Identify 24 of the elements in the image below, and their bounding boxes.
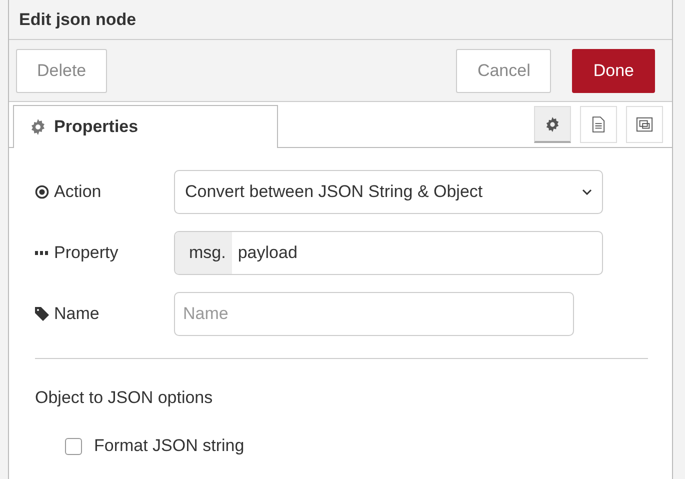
field-label: Property [54, 242, 118, 262]
tag-icon [35, 306, 49, 320]
frames-icon [635, 116, 654, 133]
delete-button[interactable]: Delete [16, 48, 108, 92]
window-title: Edit json node [19, 10, 136, 30]
action-select[interactable]: Convert between JSON String & Object [174, 170, 603, 214]
document-icon [592, 116, 605, 133]
gear-icon [30, 119, 46, 135]
chevron-icon [582, 188, 592, 194]
settings-tab[interactable] [534, 106, 571, 143]
name-field[interactable]: Name [174, 292, 574, 336]
document-tab[interactable] [580, 106, 617, 143]
gear-icon [545, 116, 560, 132]
field-label: Name [54, 304, 100, 324]
section-heading: Object to JSON options [35, 388, 214, 408]
frames-tab[interactable] [626, 106, 663, 143]
property-field[interactable]: msg. payload [174, 230, 603, 274]
radio-icon [35, 184, 49, 198]
cancel-button[interactable]: Cancel [456, 48, 552, 92]
checkbox-label: Format JSON string [94, 436, 244, 456]
checkbox[interactable] [65, 438, 82, 454]
field-label: Action [54, 182, 102, 202]
properties-tab[interactable]: Properties [13, 105, 278, 148]
done-button[interactable]: Done [572, 48, 655, 92]
